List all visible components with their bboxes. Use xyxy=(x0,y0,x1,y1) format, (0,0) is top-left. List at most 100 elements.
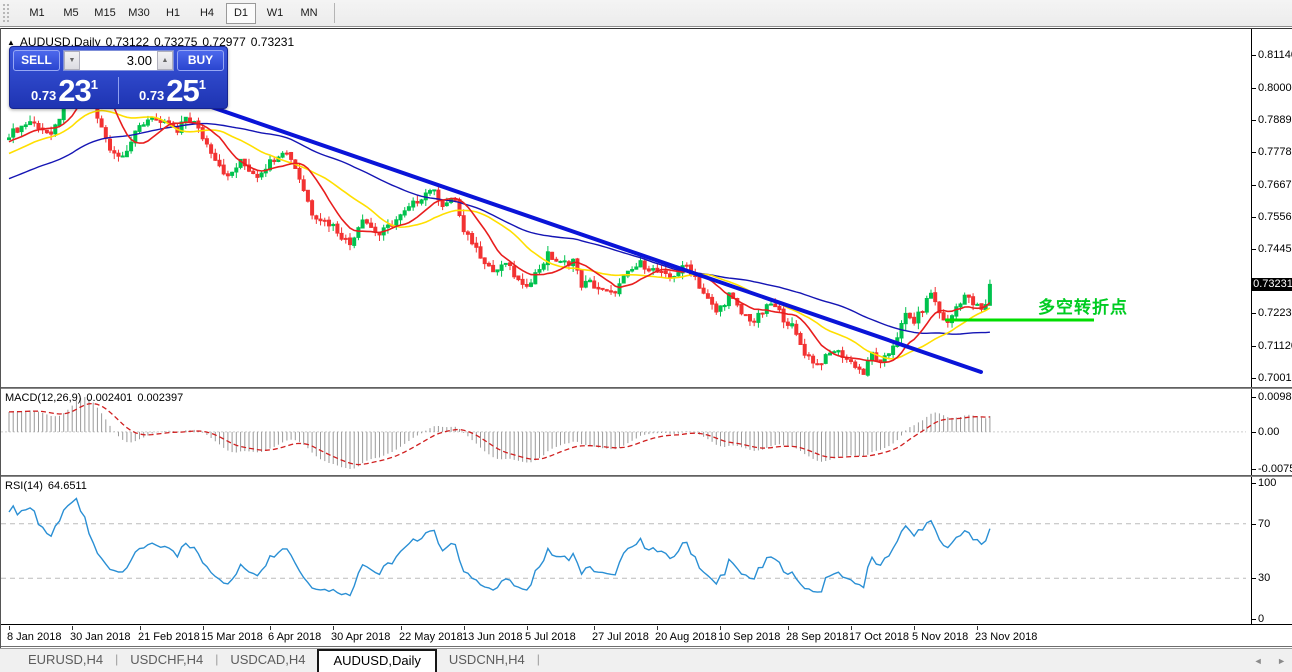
ask-prefix: 0.73 xyxy=(139,88,164,103)
date-tick xyxy=(914,626,915,630)
timeframe-button-mn[interactable]: MN xyxy=(294,3,324,24)
chart-tab-usdcnh-h4[interactable]: USDCNH,H4 xyxy=(437,649,537,672)
date-tick xyxy=(140,626,141,630)
timeframe-button-m1[interactable]: M1 xyxy=(22,3,52,24)
timeframe-button-h1[interactable]: H1 xyxy=(158,3,188,24)
date-label: 13 Jun 2018 xyxy=(462,631,523,643)
chart-tab-bar: EURUSD,H4|USDCHF,H4|USDCAD,H4AUDUSD,Dail… xyxy=(0,648,1292,672)
rsi-axis-tick xyxy=(1252,619,1256,620)
bid-big-digits: 23 xyxy=(58,75,90,106)
rsi-canvas xyxy=(1,477,1251,625)
date-label: 8 Jan 2018 xyxy=(7,631,61,643)
price-axis-label: 0.75560 xyxy=(1258,211,1292,223)
ask-big-digits: 25 xyxy=(166,75,198,106)
rsi-value: 64.6511 xyxy=(48,480,87,492)
timeframe-button-m15[interactable]: M15 xyxy=(90,3,120,24)
tab-scroll-left-icon[interactable]: ◄ xyxy=(1254,656,1263,666)
date-label: 5 Jul 2018 xyxy=(525,631,576,643)
timeframe-button-d1[interactable]: D1 xyxy=(226,3,256,24)
price-axis-label: 0.72230 xyxy=(1258,307,1292,319)
macd-value: 0.002401 xyxy=(86,392,132,404)
price-axis-tick xyxy=(1252,55,1256,56)
date-tick xyxy=(720,626,721,630)
chart-tab-usdchf-h4[interactable]: USDCHF,H4 xyxy=(118,649,215,672)
rsi-name: RSI(14) xyxy=(5,480,43,492)
timeframe-buttons: M1M5M15M30H1H4D1W1MN xyxy=(20,3,326,24)
date-label: 17 Oct 2018 xyxy=(849,631,909,643)
date-label: 23 Nov 2018 xyxy=(975,631,1037,643)
date-tick xyxy=(657,626,658,630)
turning-point-annotation[interactable]: 多空转折点 xyxy=(1038,293,1128,318)
date-tick xyxy=(851,626,852,630)
price-axis-label: 0.71120 xyxy=(1258,340,1292,352)
sell-button[interactable]: SELL xyxy=(13,50,60,71)
date-label: 10 Sep 2018 xyxy=(718,631,780,643)
volume-increase-button[interactable]: ▲ xyxy=(157,51,173,70)
price-axis-tick xyxy=(1252,185,1256,186)
one-click-trading-panel: SELL ▼ ▲ BUY 0.73231 0.73251 xyxy=(9,46,228,109)
rsi-axis-label: 100 xyxy=(1258,477,1276,489)
rsi-axis-label: 0 xyxy=(1258,613,1264,625)
chart-tab-eurusd-h4[interactable]: EURUSD,H4 xyxy=(16,649,115,672)
price-axis-tick xyxy=(1252,120,1256,121)
trade-controls-row: SELL ▼ ▲ BUY xyxy=(13,50,224,71)
moving-average-mid xyxy=(9,111,990,359)
ask-price-box[interactable]: 0.73251 xyxy=(119,74,226,107)
tab-scroll-buttons: ◄ ► xyxy=(1242,656,1286,666)
price-axis-tick xyxy=(1252,378,1256,379)
close-value: 0.73231 xyxy=(251,35,294,49)
timeframe-toolbar: M1M5M15M30H1H4D1W1MN xyxy=(0,0,1292,27)
date-tick xyxy=(527,626,528,630)
descending-trendline[interactable] xyxy=(101,69,981,372)
volume-spinner: ▼ ▲ xyxy=(63,50,174,71)
volume-input[interactable] xyxy=(80,51,157,70)
rsi-axis-tick xyxy=(1252,483,1256,484)
macd-label: MACD(12,26,9) 0.002401 0.002397 xyxy=(5,392,188,404)
bid-prefix: 0.73 xyxy=(31,88,56,103)
timeframe-button-h4[interactable]: H4 xyxy=(192,3,222,24)
buy-button[interactable]: BUY xyxy=(177,50,224,71)
price-axis-tick xyxy=(1252,249,1256,250)
volume-decrease-button[interactable]: ▼ xyxy=(64,51,80,70)
date-label: 6 Apr 2018 xyxy=(268,631,321,643)
bid-pip-digit: 1 xyxy=(91,77,98,92)
rsi-axis-label: 70 xyxy=(1258,518,1270,530)
price-axis-tick xyxy=(1252,152,1256,153)
timeframe-button-m5[interactable]: M5 xyxy=(56,3,86,24)
current-price-badge: 0.73231 xyxy=(1252,278,1292,291)
macd-name: MACD(12,26,9) xyxy=(5,392,81,404)
date-tick xyxy=(977,626,978,630)
price-chart-pane: ▲AUDUSD,Daily0.731220.732750.729770.7323… xyxy=(1,28,1292,387)
tab-scroll-right-icon[interactable]: ► xyxy=(1277,656,1286,666)
chart-tab-usdcad-h4[interactable]: USDCAD,H4 xyxy=(218,649,317,672)
rsi-axis: 100 70 30 0 xyxy=(1251,477,1292,624)
bid-price-box[interactable]: 0.73231 xyxy=(11,74,118,107)
macd-axis-label: 0.00 xyxy=(1258,426,1279,438)
date-tick xyxy=(401,626,402,630)
macd-axis-tick xyxy=(1252,432,1256,433)
timeframe-button-w1[interactable]: W1 xyxy=(260,3,290,24)
chart-tab-audusd-daily[interactable]: AUDUSD,Daily xyxy=(317,649,436,672)
price-axis-label: 0.80000 xyxy=(1258,82,1292,94)
price-axis-label: 0.81140 xyxy=(1258,49,1292,61)
date-tick xyxy=(270,626,271,630)
toolbar-grip-icon[interactable] xyxy=(2,3,10,23)
moving-average-slow xyxy=(9,124,990,335)
date-label: 27 Jul 2018 xyxy=(592,631,649,643)
date-label: 20 Aug 2018 xyxy=(655,631,717,643)
price-axis-label: 0.74450 xyxy=(1258,243,1292,255)
price-axis-label: 0.77780 xyxy=(1258,146,1292,158)
price-axis-tick xyxy=(1252,88,1256,89)
date-label: 15 Mar 2018 xyxy=(201,631,263,643)
rsi-label: RSI(14) 64.6511 xyxy=(5,480,92,492)
price-axis-label: 0.76670 xyxy=(1258,179,1292,191)
date-label: 28 Sep 2018 xyxy=(786,631,848,643)
rsi-axis-tick xyxy=(1252,524,1256,525)
tab-separator: | xyxy=(537,649,540,666)
moving-average-fast xyxy=(9,90,990,363)
date-label: 22 May 2018 xyxy=(399,631,463,643)
price-axis-tick xyxy=(1252,313,1256,314)
macd-signal-value: 0.002397 xyxy=(137,392,183,404)
rsi-axis-label: 30 xyxy=(1258,572,1270,584)
timeframe-button-m30[interactable]: M30 xyxy=(124,3,154,24)
